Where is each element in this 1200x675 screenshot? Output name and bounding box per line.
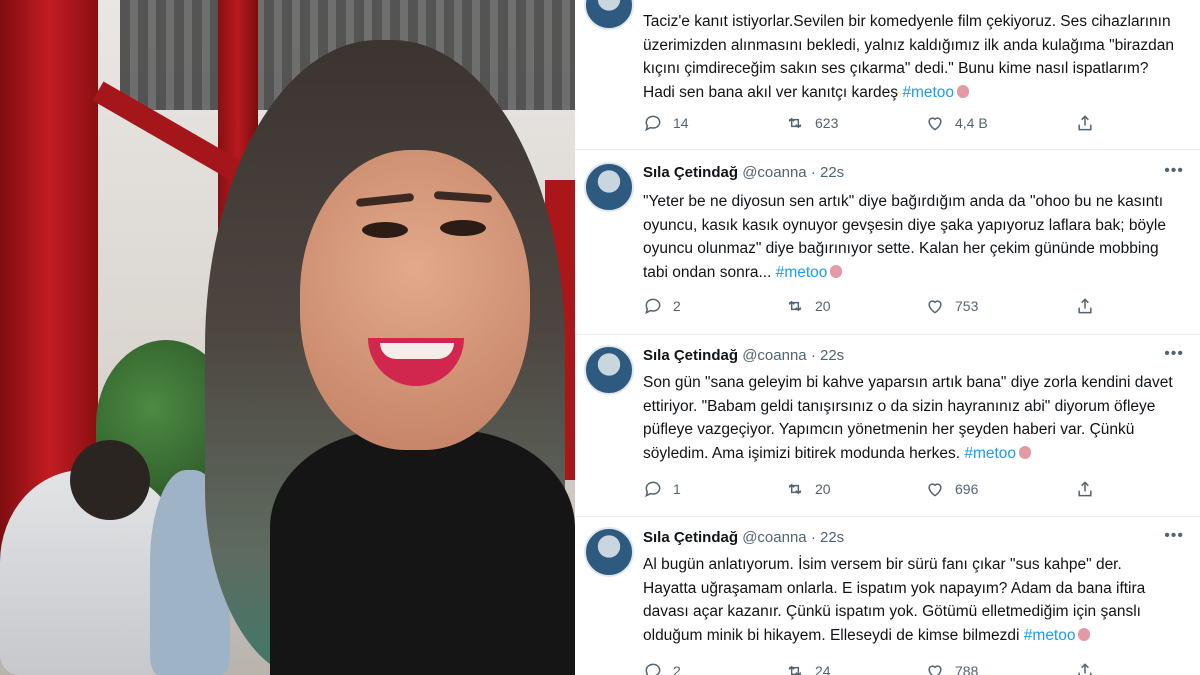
background-person-head xyxy=(70,440,150,520)
reply-icon xyxy=(645,663,661,675)
more-icon[interactable]: ••• xyxy=(1164,527,1184,545)
author-name[interactable]: Sıla Çetindağ xyxy=(643,164,738,181)
eye xyxy=(362,222,408,238)
tweet-time[interactable]: · 22s xyxy=(811,164,844,181)
tweet-time[interactable]: · 22s xyxy=(811,347,844,364)
tweet-text: "Yeter be ne diyosun sen artık" diye bağ… xyxy=(643,193,1166,281)
share-button[interactable] xyxy=(1075,113,1105,133)
reply-button[interactable]: 2 xyxy=(643,296,681,316)
tweet-actions: 1 20 696 xyxy=(643,479,1143,503)
retweet-button[interactable]: 623 xyxy=(785,113,838,133)
more-icon[interactable]: ••• xyxy=(1164,345,1184,363)
reply-icon xyxy=(645,298,661,315)
face xyxy=(300,150,530,450)
reply-icon xyxy=(645,115,661,132)
reply-button[interactable]: 1 xyxy=(643,479,681,499)
like-button[interactable]: 753 xyxy=(925,296,978,316)
retweet-icon xyxy=(788,300,802,312)
like-icon xyxy=(928,117,942,131)
heart-emoji-icon xyxy=(1019,445,1032,459)
hashtag-link[interactable]: #metoo xyxy=(964,445,1016,462)
like-button[interactable]: 4,4 B xyxy=(925,113,988,133)
retweet-button[interactable]: 20 xyxy=(785,479,831,499)
tweet-feed: ••• Taciz'e kanıt istiyorlar.Sevilen bir… xyxy=(575,0,1200,675)
share-button[interactable] xyxy=(1075,479,1105,499)
like-button[interactable]: 696 xyxy=(925,479,978,499)
avatar[interactable] xyxy=(584,527,634,577)
avatar[interactable] xyxy=(584,162,634,212)
retweet-button[interactable]: 24 xyxy=(785,661,831,675)
heart-emoji-icon xyxy=(830,264,843,278)
like-icon xyxy=(928,665,942,675)
more-icon[interactable]: ••• xyxy=(1164,0,1184,2)
black-shirt xyxy=(270,430,575,675)
tweet-header: Sıla Çetindağ @coanna · 22s xyxy=(643,164,844,181)
share-button[interactable] xyxy=(1075,296,1105,316)
tweet-text: Taciz'e kanıt istiyorlar.Sevilen bir kom… xyxy=(643,13,1175,101)
author-handle[interactable]: @coanna xyxy=(742,347,806,364)
profile-photo xyxy=(0,0,575,675)
tweet-actions: 2 20 753 xyxy=(643,296,1143,320)
tweet-text: Son gün "sana geleyim bi kahve yaparsın … xyxy=(643,374,1173,462)
teeth xyxy=(380,343,454,359)
tweet-time[interactable]: · 22s xyxy=(811,529,844,546)
retweet-button[interactable]: 20 xyxy=(785,296,831,316)
retweet-icon xyxy=(788,665,802,675)
eye xyxy=(440,220,486,236)
author-name[interactable]: Sıla Çetindağ xyxy=(643,347,738,364)
hashtag-link[interactable]: #metoo xyxy=(776,264,828,281)
author-handle[interactable]: @coanna xyxy=(742,164,806,181)
tweet[interactable]: Sıla Çetindağ @coanna · 22s ••• Son gün … xyxy=(575,335,1200,517)
tweet[interactable]: Sıla Çetindağ @coanna · 22s ••• Al bugün… xyxy=(575,517,1200,675)
author-name[interactable]: Sıla Çetindağ xyxy=(643,529,738,546)
heart-emoji-icon xyxy=(1078,627,1091,641)
like-icon xyxy=(928,483,942,497)
tweet[interactable]: Sıla Çetindağ @coanna · 22s ••• "Yeter b… xyxy=(575,150,1200,335)
share-icon xyxy=(1078,663,1092,675)
share-button[interactable] xyxy=(1075,661,1105,675)
like-icon xyxy=(928,300,942,314)
heart-emoji-icon xyxy=(957,84,970,98)
avatar[interactable] xyxy=(584,345,634,395)
reply-button[interactable]: 14 xyxy=(643,113,689,133)
tweet-header: Sıla Çetindağ @coanna · 22s xyxy=(643,347,844,364)
retweet-icon xyxy=(788,117,802,129)
share-icon xyxy=(1078,298,1092,314)
tweet-text: Al bugün anlatıyorum. İsim versem bir sü… xyxy=(643,556,1146,644)
tweet[interactable]: ••• Taciz'e kanıt istiyorlar.Sevilen bir… xyxy=(575,0,1200,150)
tweet-actions: 2 24 788 xyxy=(643,661,1143,675)
tweet-header: Sıla Çetindağ @coanna · 22s xyxy=(643,529,844,546)
avatar[interactable] xyxy=(584,0,634,30)
retweet-icon xyxy=(788,483,802,495)
hashtag-link[interactable]: #metoo xyxy=(1024,627,1076,644)
more-icon[interactable]: ••• xyxy=(1164,162,1184,180)
share-icon xyxy=(1078,481,1092,497)
share-icon xyxy=(1078,115,1092,131)
hashtag-link[interactable]: #metoo xyxy=(902,84,954,101)
like-button[interactable]: 788 xyxy=(925,661,978,675)
author-handle[interactable]: @coanna xyxy=(742,529,806,546)
reply-icon xyxy=(645,481,661,498)
tweet-actions: 14 623 4,4 B xyxy=(643,113,1143,137)
reply-button[interactable]: 2 xyxy=(643,661,681,675)
